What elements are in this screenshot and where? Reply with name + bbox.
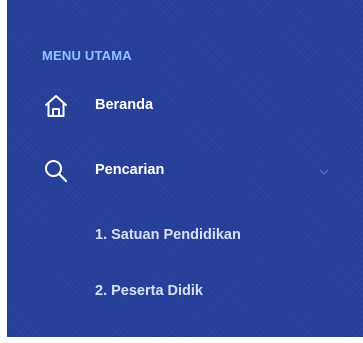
sidebar-item-label: Pencarian <box>95 162 165 178</box>
sidebar-item-beranda[interactable]: Beranda <box>7 89 363 123</box>
sidebar: MENU UTAMA Beranda Pencarian 1. Satuan P… <box>7 0 363 337</box>
home-icon <box>43 93 69 119</box>
section-title: MENU UTAMA <box>42 48 132 63</box>
search-icon <box>43 158 69 184</box>
submenu-item-peserta-didik[interactable]: 2. Peserta Didik <box>95 283 203 305</box>
sidebar-item-label: Beranda <box>95 97 154 113</box>
sidebar-item-pencarian[interactable]: Pencarian <box>7 154 363 188</box>
chevron-down-icon[interactable] <box>317 165 331 179</box>
submenu-item-satuan-pendidikan[interactable]: 1. Satuan Pendidikan <box>95 227 241 249</box>
